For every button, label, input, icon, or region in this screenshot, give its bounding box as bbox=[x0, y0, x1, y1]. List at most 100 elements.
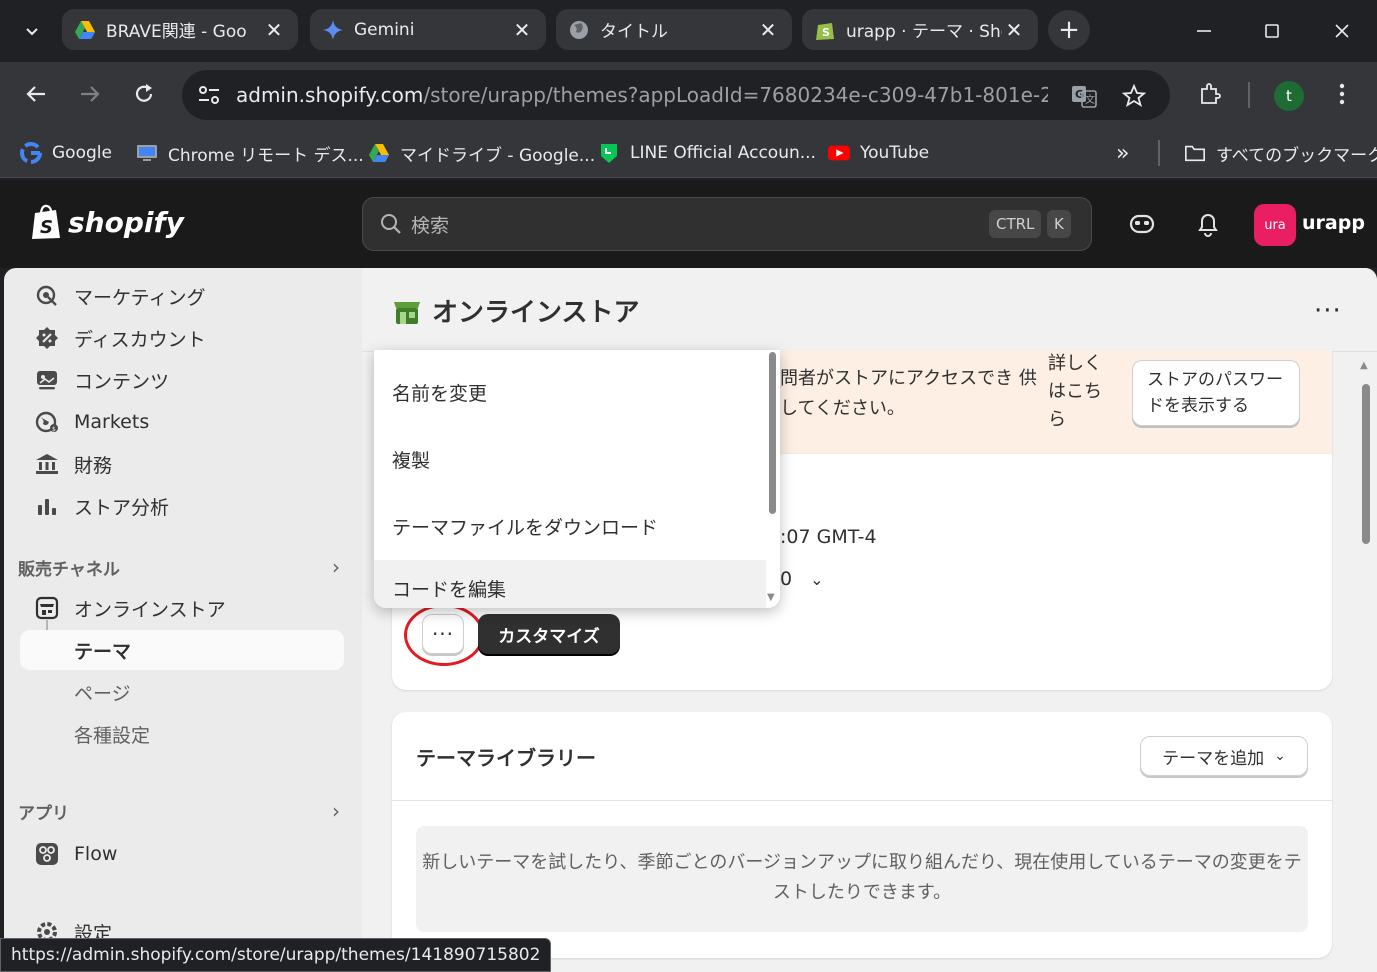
bookmarks-overflow-icon[interactable]: » bbox=[1116, 140, 1129, 166]
flow-app-icon bbox=[34, 841, 60, 867]
tab-title: Gemini bbox=[354, 19, 415, 40]
theme-library-empty-state: 新しいテーマを試したり、季節ごとのバージョンアップに取り組んだり、現在使用してい… bbox=[416, 826, 1308, 932]
bookmark-item[interactable]: YouTube bbox=[828, 140, 929, 166]
sidekick-mask-icon[interactable] bbox=[1126, 208, 1158, 240]
kbd-k: K bbox=[1047, 210, 1071, 238]
close-tab-icon[interactable]: ✕ bbox=[510, 18, 534, 42]
close-tab-icon[interactable]: ✕ bbox=[756, 18, 780, 42]
bell-icon[interactable] bbox=[1192, 208, 1224, 240]
tab-title: urapp · テーマ · Sho bbox=[846, 22, 1002, 42]
sidebar-item-flow[interactable]: Flow bbox=[20, 834, 344, 874]
browser-tab[interactable]: Gemini ✕ bbox=[310, 9, 546, 50]
online-store-icon bbox=[34, 595, 60, 621]
close-window-icon[interactable] bbox=[1320, 14, 1364, 48]
sidebar-item-marketing[interactable]: マーケティング bbox=[20, 276, 344, 316]
site-settings-icon[interactable] bbox=[196, 82, 222, 108]
globe-icon bbox=[568, 19, 590, 41]
svg-text:S: S bbox=[40, 217, 53, 238]
new-tab-button[interactable]: + bbox=[1048, 10, 1090, 50]
translate-icon[interactable]: G文 bbox=[1070, 82, 1098, 110]
scroll-down-arrow-icon[interactable]: ▼ bbox=[767, 592, 775, 603]
menu-item-edit-code[interactable]: コードを編集 bbox=[374, 560, 766, 608]
scroll-up-arrow-icon[interactable]: ▲ bbox=[1360, 360, 1372, 372]
shopify-logo[interactable]: S shopify bbox=[30, 204, 184, 240]
profile-avatar[interactable]: t bbox=[1274, 81, 1304, 111]
google-drive-icon bbox=[368, 142, 390, 164]
sidebar-item-themes[interactable]: テーマ bbox=[20, 630, 344, 670]
sidebar-item-content[interactable]: コンテンツ bbox=[20, 360, 344, 400]
menu-item-rename[interactable]: 名前を変更 bbox=[374, 364, 766, 420]
menu-item-duplicate[interactable]: 複製 bbox=[374, 431, 766, 487]
bank-icon bbox=[34, 451, 60, 477]
main-scrollbar[interactable] bbox=[1362, 384, 1370, 544]
google-icon bbox=[20, 142, 42, 164]
store-name[interactable]: urapp bbox=[1302, 212, 1365, 234]
reload-icon[interactable] bbox=[124, 74, 164, 114]
menu-scrollbar[interactable] bbox=[769, 352, 776, 514]
learn-more-link[interactable]: 詳しくはこちら bbox=[1048, 350, 1112, 434]
shopify-top-bar: S shopify 検索 CTRL K ura urapp bbox=[0, 180, 1377, 268]
youtube-icon bbox=[828, 142, 850, 164]
browser-toolbar: admin.shopify.com/store/urapp/themes?app… bbox=[0, 62, 1377, 128]
line-icon bbox=[598, 142, 620, 164]
store-avatar[interactable]: ura bbox=[1254, 204, 1296, 246]
toolbar-divider bbox=[1248, 82, 1250, 108]
minimize-icon[interactable] bbox=[1182, 14, 1226, 48]
admin-search-input[interactable]: 検索 CTRL K bbox=[362, 197, 1092, 251]
forward-arrow-icon[interactable] bbox=[70, 74, 110, 114]
chevron-down-icon: ⌄ bbox=[1274, 748, 1286, 764]
sidebar-item-discount[interactable]: ディスカウント bbox=[20, 318, 344, 358]
link-status-bubble: https://admin.shopify.com/store/urapp/th… bbox=[0, 938, 552, 972]
divider bbox=[392, 800, 1332, 801]
menu-item-download-theme-file[interactable]: テーマファイルをダウンロード bbox=[374, 498, 766, 554]
svg-text:S: S bbox=[822, 26, 830, 39]
theme-library-title: テーマライブラリー bbox=[416, 746, 596, 770]
admin-sidebar: マーケティング ディスカウント コンテンツ $ Markets 財務 ストア分析… bbox=[4, 268, 362, 972]
sidebar-item-finance[interactable]: 財務 bbox=[20, 444, 344, 484]
shopify-bag-icon: S bbox=[32, 204, 60, 239]
globe-icon: $ bbox=[34, 409, 60, 435]
extensions-puzzle-icon[interactable] bbox=[1190, 74, 1230, 114]
sidebar-item-markets[interactable]: $ Markets bbox=[20, 402, 344, 442]
bookmark-item[interactable]: Chrome リモート デス... bbox=[136, 140, 364, 166]
theme-version[interactable]: 0 ⌄ bbox=[780, 568, 824, 590]
apps-header[interactable]: アプリ › bbox=[18, 796, 340, 826]
bookmarks-bar: Google Chrome リモート デス... マイドライブ - Google… bbox=[0, 128, 1377, 178]
bookmark-item[interactable]: Google bbox=[20, 140, 112, 166]
show-store-password-button[interactable]: ストアのパスワードを表示する bbox=[1132, 360, 1300, 426]
bookmark-item[interactable]: マイドライブ - Google... bbox=[368, 140, 595, 166]
sidebar-item-pages[interactable]: ページ bbox=[20, 672, 344, 712]
kbd-ctrl: CTRL bbox=[989, 210, 1042, 238]
chrome-menu-kebab-icon[interactable] bbox=[1322, 74, 1362, 114]
theme-more-actions-button[interactable]: ··· bbox=[422, 614, 464, 654]
add-theme-button[interactable]: テーマを追加 ⌄ bbox=[1140, 736, 1308, 776]
bookmark-item[interactable]: LINE Official Accoun... bbox=[598, 140, 816, 166]
sidebar-item-analytics[interactable]: ストア分析 bbox=[20, 486, 344, 526]
google-drive-icon bbox=[74, 19, 96, 41]
browser-tab-active[interactable]: S urapp · テーマ · Sho ✕ bbox=[802, 9, 1038, 50]
address-bar[interactable]: admin.shopify.com/store/urapp/themes?app… bbox=[182, 70, 1170, 120]
chevron-right-icon: › bbox=[332, 799, 340, 823]
gemini-icon bbox=[322, 19, 344, 41]
online-store-channel-icon bbox=[394, 302, 420, 324]
sidebar-item-online-store[interactable]: オンラインストア bbox=[20, 588, 344, 628]
browser-tab[interactable]: タイトル ✕ bbox=[556, 9, 792, 50]
svg-text:$: $ bbox=[52, 426, 56, 433]
tab-search-chevron-icon[interactable] bbox=[14, 14, 50, 48]
sidebar-item-preferences[interactable]: 各種設定 bbox=[20, 714, 344, 754]
all-bookmarks-item[interactable]: すべてのブックマーク bbox=[1184, 140, 1377, 166]
close-tab-icon[interactable]: ✕ bbox=[1002, 18, 1026, 42]
browser-tab[interactable]: BRAVE関連 - Goo ✕ bbox=[62, 9, 298, 50]
svg-text:文: 文 bbox=[1085, 93, 1095, 106]
sales-channels-header[interactable]: 販売チャネル › bbox=[18, 552, 340, 582]
customize-button[interactable]: カスタマイズ bbox=[478, 614, 620, 654]
close-tab-icon[interactable]: ✕ bbox=[262, 18, 286, 42]
maximize-icon[interactable] bbox=[1250, 14, 1294, 48]
chrome-remote-icon bbox=[136, 142, 158, 164]
more-actions-icon[interactable]: ··· bbox=[1314, 296, 1342, 326]
chevron-down-icon: ⌄ bbox=[810, 570, 824, 589]
theme-library-card: テーマライブラリー テーマを追加 ⌄ 新しいテーマを試したり、季節ごとのバージョ… bbox=[392, 712, 1332, 958]
back-arrow-icon[interactable] bbox=[16, 74, 56, 114]
folder-icon bbox=[1184, 142, 1206, 164]
bookmark-star-icon[interactable] bbox=[1120, 82, 1148, 110]
